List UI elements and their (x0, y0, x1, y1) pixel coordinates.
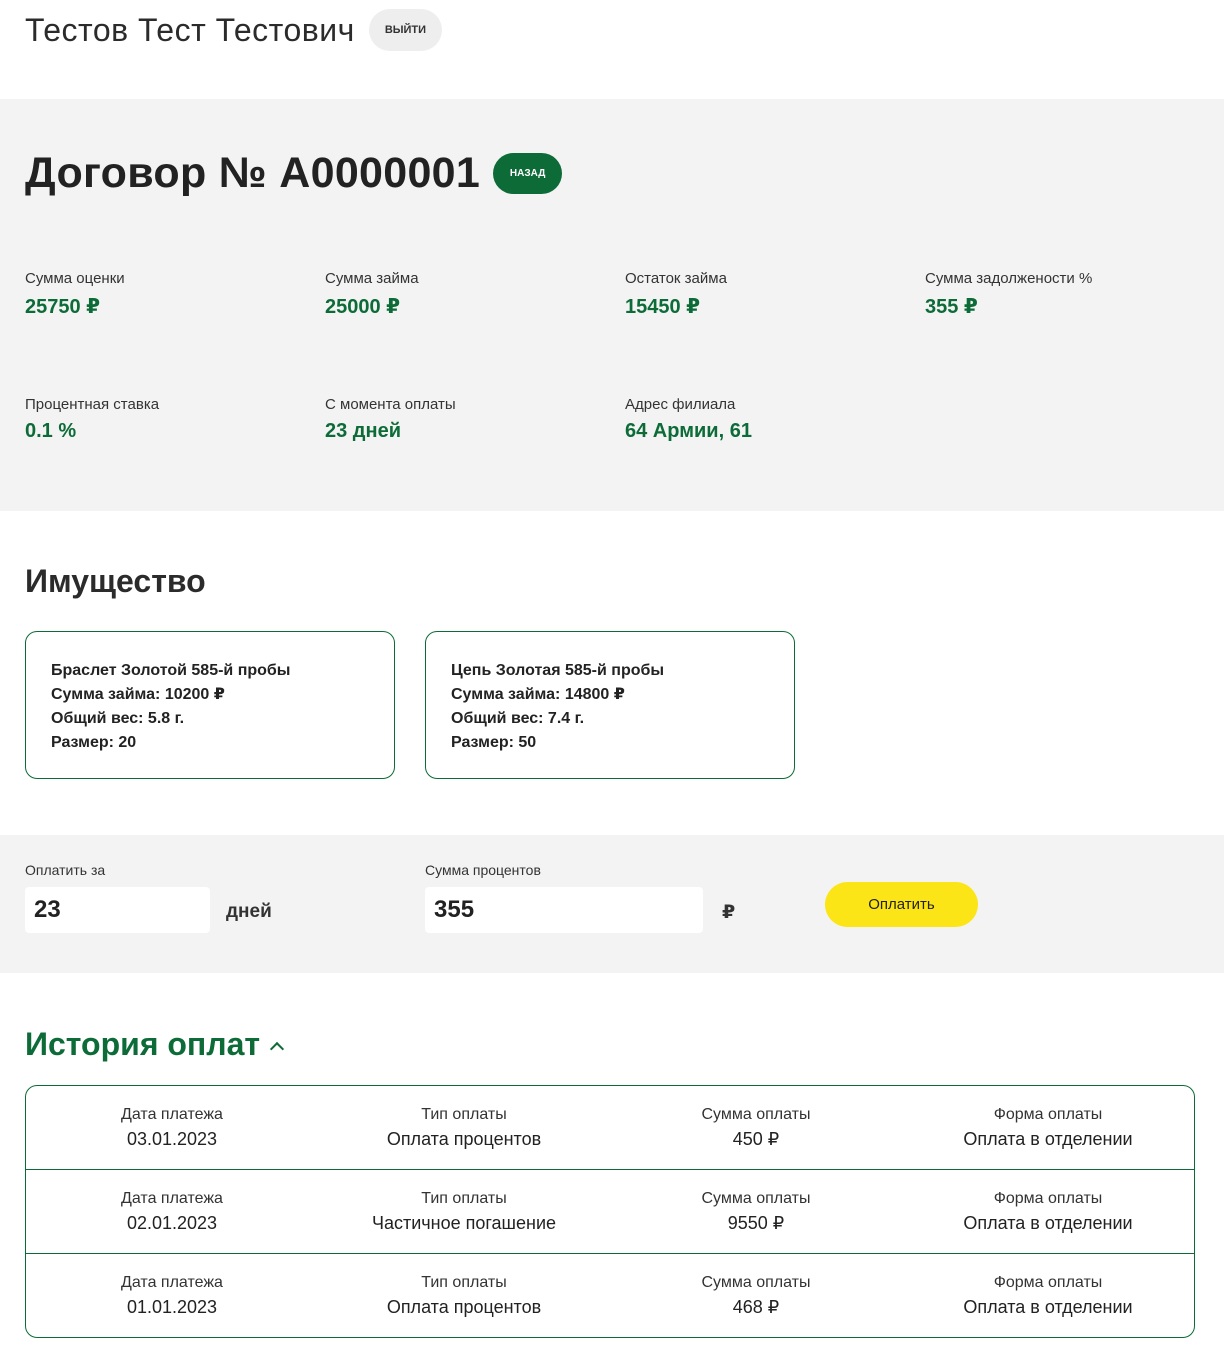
property-card: Цепь Золотая 585-й пробы Сумма займа: 14… (425, 631, 795, 779)
stat-label: С момента оплаты (325, 396, 456, 413)
property-size: Размер: 20 (51, 734, 137, 751)
cell-value: 9550 ₽ (727, 1212, 785, 1233)
cell-label: Форма оплаты (993, 1189, 1103, 1207)
history-cell-type: Тип оплаты Частичное погашение (318, 1188, 610, 1236)
stat-label: Процентная ставка (25, 396, 160, 413)
cell-value: Оплата в отделении (963, 1128, 1133, 1149)
stat-value: 25000 ₽ (325, 296, 401, 318)
cell-label: Сумма оплаты (701, 1274, 811, 1291)
history-cell-form: Форма оплаты Оплата в отделении (902, 1104, 1194, 1152)
stat-appraisal: Сумма оценки 25750 ₽ (25, 270, 125, 319)
history-cell-date: Дата платежа 02.01.2023 (26, 1188, 318, 1236)
cell-label: Тип оплаты (421, 1274, 507, 1291)
property-title: Имущество (25, 563, 206, 599)
history-cell-date: Дата платежа 03.01.2023 (26, 1104, 318, 1152)
contract-title: Договор № А0000001 (25, 149, 481, 197)
stat-interest-debt: Сумма задолжености % 355 ₽ (925, 270, 1092, 319)
stat-label: Сумма оценки (25, 270, 125, 287)
contract-panel: Договор № А0000001 НАЗАД Сумма оценки 25… (0, 99, 1224, 511)
cell-label: Форма оплаты (993, 1274, 1103, 1291)
stat-days-since-payment: С момента оплаты 23 дней (325, 396, 456, 443)
history-cell-date: Дата платежа 01.01.2023 (26, 1272, 318, 1320)
payment-panel: Оплатить за дней Сумма процентов ₽ Оплат… (0, 835, 1224, 973)
cell-value: Оплата процентов (386, 1128, 542, 1149)
stat-label: Сумма задолжености % (925, 270, 1093, 287)
property-loan: Сумма займа: 14800 ₽ (451, 686, 625, 703)
contract-title-row: Договор № А0000001 НАЗАД (25, 149, 563, 198)
stat-branch-address: Адрес филиала 64 Армии, 61 (625, 396, 752, 443)
stat-label: Адрес филиала (625, 396, 736, 413)
history-toggle[interactable]: История оплат (25, 1026, 285, 1063)
cell-label: Сумма оплаты (701, 1105, 811, 1123)
stat-value: 25750 ₽ (25, 296, 101, 318)
history-cell-type: Тип оплаты Оплата процентов (318, 1272, 610, 1320)
history-row: Дата платежа 02.01.2023 Тип оплаты Части… (26, 1170, 1194, 1254)
stat-label: Остаток займа (625, 270, 727, 287)
pay-interest-label: Сумма процентов (425, 862, 541, 878)
history-cell-form: Форма оплаты Оплата в отделении (902, 1188, 1194, 1236)
cell-value: Оплата в отделении (963, 1297, 1133, 1317)
cell-value: Частичное погашение (371, 1212, 557, 1233)
history-row: Дата платежа 03.01.2023 Тип оплаты Оплат… (26, 1086, 1194, 1170)
history-table: Дата платежа 03.01.2023 Тип оплаты Оплат… (25, 1085, 1195, 1338)
pay-interest-input[interactable] (425, 887, 703, 933)
history-row: Дата платежа 01.01.2023 Тип оплаты Оплат… (26, 1254, 1194, 1337)
stat-loan-balance: Остаток займа 15450 ₽ (625, 270, 727, 319)
chevron-up-icon (269, 1041, 285, 1056)
cell-label: Тип оплаты (421, 1105, 507, 1123)
logout-button[interactable]: ВЫЙТИ (368, 9, 443, 51)
pay-button[interactable]: Оплатить (825, 882, 978, 927)
property-name: Цепь Золотая 585-й пробы (451, 662, 665, 679)
cell-value: 02.01.2023 (126, 1212, 218, 1233)
pay-days-input[interactable] (25, 887, 210, 933)
stat-value: 355 ₽ (925, 296, 978, 318)
stat-value: 64 Армии, 61 (625, 420, 752, 442)
property-name: Браслет Золотой 585-й пробы (51, 662, 291, 679)
back-button[interactable]: НАЗАД (493, 153, 563, 194)
stat-interest-rate: Процентная ставка 0.1 % (25, 396, 159, 443)
stat-value: 15450 ₽ (625, 296, 701, 318)
property-card: Браслет Золотой 585-й пробы Сумма займа:… (25, 631, 395, 779)
cell-label: Дата платежа (121, 1189, 223, 1207)
property-size: Размер: 50 (451, 734, 537, 751)
stat-value: 23 дней (325, 420, 401, 442)
history-title: История оплат (25, 1026, 261, 1062)
header: Тестов Тест Тестович ВЫЙТИ (25, 8, 443, 52)
history-cell-type: Тип оплаты Оплата процентов (318, 1104, 610, 1152)
property-loan: Сумма займа: 10200 ₽ (51, 686, 225, 703)
stat-loan-amount: Сумма займа 25000 ₽ (325, 270, 419, 319)
cell-label: Тип оплаты (421, 1189, 507, 1207)
stat-value: 0.1 % (25, 420, 77, 442)
user-name: Тестов Тест Тестович (25, 11, 355, 48)
cell-value: 01.01.2023 (126, 1297, 218, 1317)
pay-days-label: Оплатить за (25, 862, 106, 878)
pay-days-unit: дней (226, 901, 272, 922)
cell-label: Сумма оплаты (701, 1189, 811, 1207)
cell-value: Оплата в отделении (963, 1212, 1133, 1233)
cell-label: Дата платежа (121, 1274, 223, 1291)
cell-value: 468 ₽ (732, 1297, 780, 1317)
cell-value: 450 ₽ (732, 1128, 780, 1149)
history-cell-sum: Сумма оплаты 9550 ₽ (610, 1188, 902, 1236)
pay-currency: ₽ (722, 902, 736, 923)
stat-label: Сумма займа (325, 270, 419, 287)
cell-value: Оплата процентов (386, 1297, 542, 1317)
history-cell-form: Форма оплаты Оплата в отделении (902, 1272, 1194, 1320)
property-weight: Общий вес: 7.4 г. (451, 710, 585, 727)
history-cell-sum: Сумма оплаты 450 ₽ (610, 1104, 902, 1152)
cell-label: Дата платежа (121, 1105, 223, 1123)
property-weight: Общий вес: 5.8 г. (51, 710, 185, 727)
history-cell-sum: Сумма оплаты 468 ₽ (610, 1272, 902, 1320)
cell-label: Форма оплаты (993, 1105, 1103, 1123)
cell-value: 03.01.2023 (126, 1128, 218, 1149)
